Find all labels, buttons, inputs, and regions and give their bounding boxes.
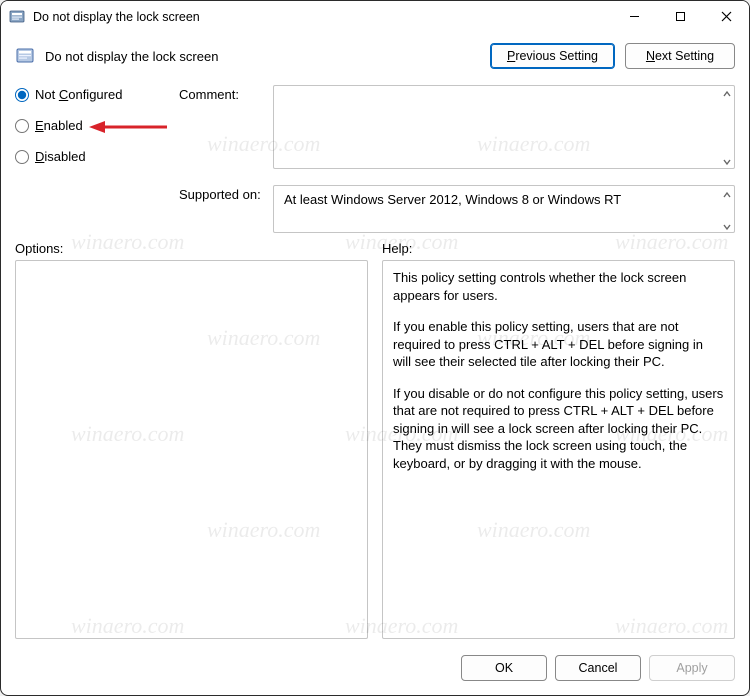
supported-on-value: At least Windows Server 2012, Windows 8 … <box>284 192 621 207</box>
dialog-footer: OK Cancel Apply <box>1 645 749 695</box>
help-pane[interactable]: This policy setting controls whether the… <box>382 260 735 639</box>
titlebar: Do not display the lock screen <box>1 1 749 33</box>
radio-label: Not Configured <box>35 87 122 102</box>
policy-editor-window: winaero.com winaero.com winaero.com wina… <box>0 0 750 696</box>
help-paragraph: This policy setting controls whether the… <box>393 269 724 304</box>
radio-disabled-input[interactable] <box>15 150 29 164</box>
scroll-down-icon[interactable] <box>722 156 732 166</box>
policy-icon <box>15 46 35 66</box>
radio-label: Enabled <box>35 118 83 133</box>
scroll-up-icon[interactable] <box>722 88 732 98</box>
maximize-button[interactable] <box>657 1 703 33</box>
help-paragraph: If you enable this policy setting, users… <box>393 318 724 371</box>
next-setting-button[interactable]: Next Setting <box>625 43 735 69</box>
supported-on-box: At least Windows Server 2012, Windows 8 … <box>273 185 735 233</box>
options-pane[interactable] <box>15 260 368 639</box>
minimize-button[interactable] <box>611 1 657 33</box>
apply-button[interactable]: Apply <box>649 655 735 681</box>
radio-disabled[interactable]: Disabled <box>15 149 175 164</box>
cancel-button[interactable]: Cancel <box>555 655 641 681</box>
help-paragraph: If you disable or do not configure this … <box>393 385 724 473</box>
comment-textarea[interactable] <box>273 85 735 169</box>
gpedit-icon <box>9 9 25 25</box>
close-button[interactable] <box>703 1 749 33</box>
supported-on-label: Supported on: <box>179 185 269 202</box>
help-label: Help: <box>382 241 735 256</box>
policy-state-group: Not Configured Enabled Disabled <box>15 85 175 233</box>
options-label: Options: <box>15 241 368 256</box>
scroll-up-icon[interactable] <box>722 188 732 198</box>
radio-not-configured[interactable]: Not Configured <box>15 87 175 102</box>
policy-body: Not Configured Enabled Disabled Comment:… <box>1 75 749 645</box>
comment-label: Comment: <box>179 85 269 102</box>
policy-header: Do not display the lock screen Previous … <box>1 33 749 75</box>
radio-label: Disabled <box>35 149 86 164</box>
scroll-down-icon[interactable] <box>722 220 732 230</box>
radio-not-configured-input[interactable] <box>15 88 29 102</box>
ok-button[interactable]: OK <box>461 655 547 681</box>
previous-setting-button[interactable]: Previous Setting <box>490 43 615 69</box>
window-title: Do not display the lock screen <box>33 10 200 24</box>
radio-enabled-input[interactable] <box>15 119 29 133</box>
radio-enabled[interactable]: Enabled <box>15 118 175 133</box>
policy-name: Do not display the lock screen <box>45 49 218 64</box>
